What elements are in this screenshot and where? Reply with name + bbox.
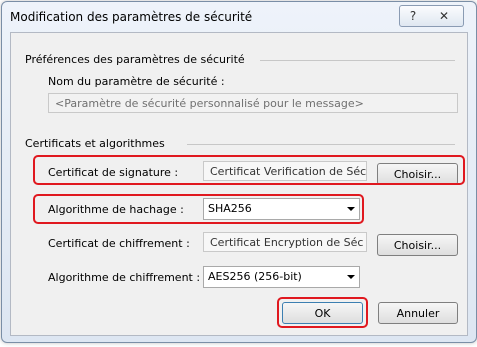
help-button[interactable]: ? xyxy=(399,5,427,27)
group-divider xyxy=(260,60,455,61)
highlight-ok-button xyxy=(277,297,368,328)
close-button[interactable]: ✕ xyxy=(425,5,464,27)
highlight-signing-row xyxy=(33,155,465,185)
enc-alg-value: AES256 (256-bit) xyxy=(208,270,302,283)
close-icon: ✕ xyxy=(438,9,450,23)
setting-name-field[interactable]: <Paramètre de sécurité personnalisé pour… xyxy=(48,93,458,113)
enc-cert-field[interactable]: Certificat Encryption de Séc xyxy=(203,232,367,252)
security-prefs-group-label: Préférences des paramètres de sécurité xyxy=(25,53,245,66)
highlight-hash-row xyxy=(33,194,364,224)
enc-alg-label: Algorithme de chiffrement : xyxy=(48,271,201,284)
enc-cert-label: Certificat de chiffrement : xyxy=(48,237,190,250)
cancel-button[interactable]: Annuler xyxy=(378,302,458,324)
enc-alg-select[interactable]: AES256 (256-bit) xyxy=(203,266,360,288)
group-divider xyxy=(187,144,455,145)
enc-choose-button[interactable]: Choisir... xyxy=(377,234,458,256)
setting-name-label: Nom du paramètre de sécurité : xyxy=(48,75,225,88)
certs-group-label: Certificats et algorithmes xyxy=(25,137,165,150)
dialog-title: Modification des paramètres de sécurité xyxy=(10,10,253,24)
help-icon: ? xyxy=(409,9,417,23)
chevron-down-icon xyxy=(347,275,355,279)
